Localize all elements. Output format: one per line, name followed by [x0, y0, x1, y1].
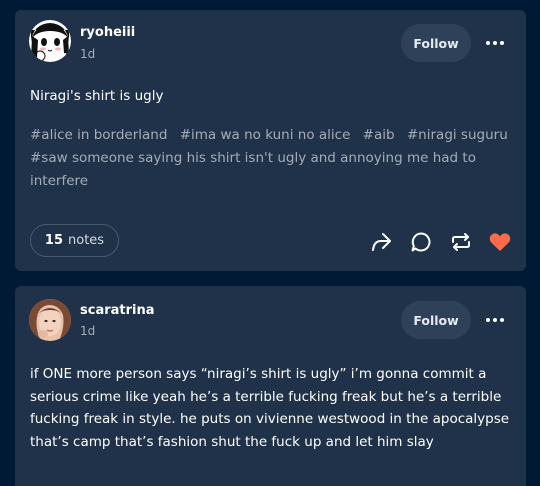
more-icon[interactable]	[484, 35, 506, 51]
notes-count: 15	[44, 233, 64, 248]
post-text-line: fucking freak in style. he puts on vivie…	[30, 411, 510, 428]
tag[interactable]: #alice in borderland	[30, 127, 167, 143]
post-text: Niragi's shirt is ugly	[30, 88, 164, 104]
follow-button[interactable]: Follow	[401, 24, 471, 62]
post-text-line: if ONE more person says “niragi’s shirt …	[30, 366, 487, 382]
post-card: ryoheiii 1d Follow Niragi's shirt is ugl…	[15, 10, 526, 271]
post-text-line: that’s camp that’s fashion shut the fuck…	[30, 434, 434, 451]
avatar[interactable]	[29, 299, 71, 341]
tag[interactable]: #niragi suguru	[407, 127, 508, 143]
reblog-icon[interactable]	[449, 230, 473, 254]
tag[interactable]: #saw someone saying his shirt isn't ugly…	[30, 150, 476, 189]
reply-icon[interactable]	[409, 230, 433, 254]
post-text: if ONE more person says “niragi’s shirt …	[30, 363, 509, 454]
avatar[interactable]	[29, 20, 71, 62]
tag-list: #alice in borderland #ima wa no kuni no …	[30, 124, 515, 193]
username[interactable]: ryoheiii	[80, 25, 135, 40]
post-card: scaratrina 1d Follow if ONE more person …	[15, 286, 526, 486]
share-icon[interactable]	[369, 230, 393, 254]
username[interactable]: scaratrina	[80, 303, 155, 318]
timestamp[interactable]: 1d	[80, 324, 95, 338]
notes-button[interactable]: 15 notes	[30, 224, 119, 257]
more-icon[interactable]	[484, 312, 506, 328]
notes-label: notes	[68, 233, 105, 248]
follow-button[interactable]: Follow	[401, 301, 471, 339]
tag[interactable]: #ima wa no kuni no alice	[180, 127, 351, 143]
timestamp[interactable]: 1d	[80, 47, 95, 61]
like-icon[interactable]	[488, 230, 512, 254]
tag[interactable]: #aib	[363, 127, 395, 143]
post-text-line: serious crime like yeah he’s a terrible …	[30, 388, 502, 405]
